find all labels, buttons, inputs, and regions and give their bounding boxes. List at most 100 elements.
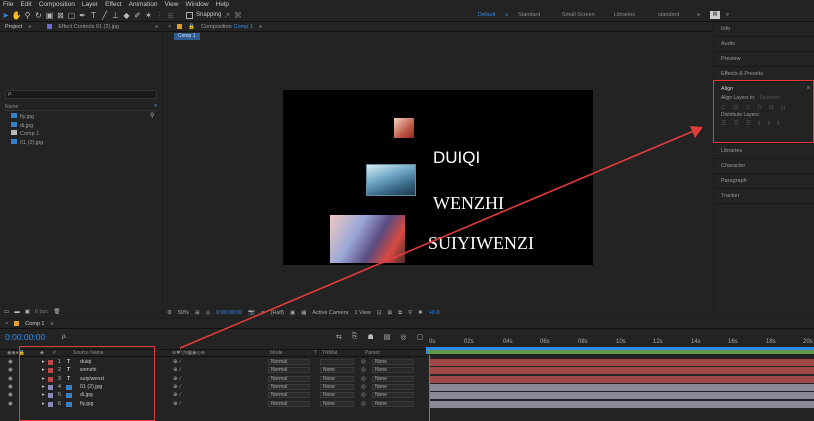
- fast-previews-icon[interactable]: ⊠: [388, 310, 393, 316]
- workspace-small-screen[interactable]: Small Screen: [562, 12, 595, 18]
- parent-pickwhip-icon[interactable]: ◎: [361, 401, 366, 407]
- parent-dropdown[interactable]: None: [372, 400, 414, 407]
- project-item[interactable]: 01 (2).jpg: [11, 138, 43, 148]
- new-folder-icon[interactable]: ▬: [14, 309, 20, 315]
- quality-switch-icon[interactable]: ⁄: [180, 401, 181, 407]
- image-layer-di[interactable]: [366, 164, 416, 196]
- rectangle-tool-icon[interactable]: ▢: [66, 10, 77, 21]
- lock-icon[interactable]: 🔒: [188, 24, 195, 30]
- more-workspaces-icon[interactable]: »: [697, 12, 700, 18]
- rotate-tool-icon[interactable]: ↻: [33, 10, 44, 21]
- resolution-dropdown[interactable]: (Half): [271, 310, 284, 316]
- menu-effect[interactable]: Effect: [105, 1, 122, 8]
- flowchart-icon[interactable]: ⚲: [150, 112, 154, 119]
- region-of-interest-icon[interactable]: ▣: [290, 310, 295, 316]
- quality-switch-icon[interactable]: ⁄: [180, 367, 181, 373]
- comp-breadcrumb-tab[interactable]: Comp 1: [174, 33, 200, 40]
- visibility-eye-icon[interactable]: ◉: [8, 376, 13, 382]
- panel-menu-icon[interactable]: ≡: [28, 24, 31, 30]
- parent-dropdown[interactable]: None: [372, 392, 414, 399]
- search-help-box-icon[interactable]: ▤: [710, 11, 720, 19]
- puppet-tool-icon[interactable]: ✶: [143, 10, 154, 21]
- layer-duration-bar[interactable]: [430, 400, 814, 408]
- bpc-label[interactable]: 8 bpc: [35, 309, 48, 315]
- quality-switch-icon[interactable]: ⁄: [180, 392, 181, 398]
- parent-pickwhip-icon[interactable]: ◎: [361, 384, 366, 390]
- panel-character[interactable]: Character: [714, 159, 814, 174]
- zoom-tool-icon[interactable]: ⚲: [22, 10, 33, 21]
- project-search-input[interactable]: ρ.: [5, 90, 157, 99]
- close-tab-icon[interactable]: ×: [168, 24, 171, 30]
- project-item[interactable]: fly.jpg: [11, 113, 43, 122]
- hand-tool-icon[interactable]: ✋: [11, 10, 22, 21]
- current-time[interactable]: 0:00:00:00: [216, 310, 242, 316]
- layer-duration-bar[interactable]: [430, 375, 814, 383]
- panel-menu-icon[interactable]: ≡: [50, 321, 53, 327]
- quality-switch-icon[interactable]: ⁄: [180, 384, 181, 390]
- tab-project[interactable]: Project: [5, 24, 22, 30]
- trkmat-dropdown[interactable]: [320, 359, 354, 365]
- menu-edit[interactable]: Edit: [20, 1, 31, 8]
- trkmat-dropdown[interactable]: None: [320, 383, 354, 390]
- panel-preview[interactable]: Preview: [714, 52, 814, 67]
- timeline-tab[interactable]: Comp 1: [25, 321, 44, 327]
- panel-info[interactable]: Info: [714, 22, 814, 37]
- close-tab-icon[interactable]: ×: [5, 321, 8, 327]
- mode-dropdown[interactable]: Normal: [268, 400, 310, 407]
- layer-duration-bar[interactable]: [430, 383, 814, 391]
- camera-dropdown[interactable]: Active Camera: [312, 310, 348, 316]
- workspace-default[interactable]: Default: [478, 12, 495, 18]
- composition-viewer[interactable]: DUIQI WENZHI SUIYIWENZI: [283, 90, 593, 265]
- quality-switch-icon[interactable]: ⁄: [180, 359, 181, 365]
- mask-icon[interactable]: ◎: [206, 310, 211, 316]
- search-icon[interactable]: ⌕: [726, 12, 729, 19]
- snapshot-icon[interactable]: 📷: [248, 310, 255, 316]
- draft-3d-icon[interactable]: ⎘: [352, 333, 358, 341]
- camera-tool-icon[interactable]: ▣: [44, 10, 55, 21]
- panel-audio[interactable]: Audio: [714, 37, 814, 52]
- timeline-current-time[interactable]: 0:00:00:00: [5, 332, 45, 342]
- trkmat-dropdown[interactable]: None: [320, 392, 354, 399]
- layer-duration-bar[interactable]: [430, 392, 814, 400]
- graph-editor-icon[interactable]: ▢: [417, 333, 424, 341]
- parent-dropdown[interactable]: None: [372, 375, 414, 382]
- trkmat-dropdown[interactable]: None: [320, 400, 354, 407]
- parent-pickwhip-icon[interactable]: ◎: [361, 367, 366, 373]
- layer-duration-bar[interactable]: [430, 367, 814, 375]
- eraser-tool-icon[interactable]: ◆: [121, 10, 132, 21]
- menu-composition[interactable]: Composition: [39, 1, 75, 8]
- interpret-footage-icon[interactable]: ▭: [4, 309, 9, 315]
- zoom-dropdown[interactable]: 50%: [178, 310, 189, 316]
- sort-icon[interactable]: ▾: [154, 103, 157, 109]
- motion-blur-icon[interactable]: ◎: [400, 333, 406, 341]
- view-layout-dropdown[interactable]: 1 View: [355, 310, 371, 316]
- shy-switch-icon[interactable]: ⊕: [173, 376, 177, 382]
- parent-pickwhip-icon[interactable]: ◎: [361, 392, 366, 398]
- shy-switch-icon[interactable]: ⊕: [173, 392, 177, 398]
- selection-tool-icon[interactable]: ➤: [0, 10, 11, 21]
- delete-icon[interactable]: 🗑: [53, 309, 60, 315]
- pen-tool-icon[interactable]: ✒: [77, 10, 88, 21]
- mode-dropdown[interactable]: Normal: [268, 367, 310, 374]
- toggle-pixel-aspect-icon[interactable]: ⊡: [377, 310, 382, 316]
- parent-dropdown[interactable]: None: [372, 359, 414, 365]
- show-channel-icon[interactable]: ●: [261, 310, 264, 316]
- parent-pickwhip-icon[interactable]: ◎: [361, 376, 366, 382]
- pan-behind-tool-icon[interactable]: ⊠: [55, 10, 66, 21]
- layer-duration-bar[interactable]: [430, 359, 814, 366]
- time-ruler[interactable]: 0s 02s 04s 06s 08s 10s 12s 14s 16s 18s 2…: [426, 337, 814, 355]
- brush-tool-icon[interactable]: ╱: [99, 10, 110, 21]
- canvas-text-duiqi[interactable]: DUIQI: [433, 148, 480, 168]
- canvas-text-suiyiwenzi[interactable]: SUIYIWENZI: [428, 233, 534, 254]
- menu-layer[interactable]: Layer: [82, 1, 98, 8]
- quality-switch-icon[interactable]: ⁄: [180, 376, 181, 382]
- roto-brush-tool-icon[interactable]: ✐: [132, 10, 143, 21]
- timeline-icon[interactable]: ⧉: [398, 310, 402, 317]
- flowchart-icon[interactable]: ⚲: [408, 310, 412, 316]
- trkmat-dropdown[interactable]: None: [320, 375, 354, 382]
- timeline-search-icon[interactable]: ρ.: [62, 334, 67, 340]
- shy-layers-icon[interactable]: ☗: [367, 333, 373, 341]
- visibility-eye-icon[interactable]: ◉: [8, 384, 13, 390]
- panel-tracker[interactable]: Tracker: [714, 189, 814, 204]
- clone-stamp-tool-icon[interactable]: ⊥: [110, 10, 121, 21]
